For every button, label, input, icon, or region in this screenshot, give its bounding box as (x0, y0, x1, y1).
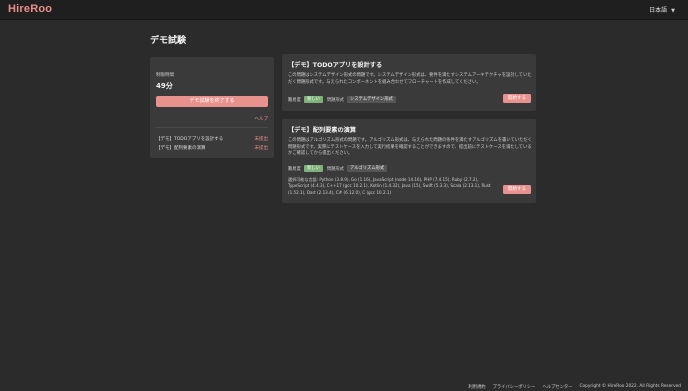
exam-sidebar: 制限時間 49分 デモ試験を終了する ヘルプ 【デモ】TODOアプリを設計する … (150, 57, 274, 158)
footer: 利用規約 プライバシーポリシー ヘルプセンター Copyright © Hire… (468, 384, 681, 390)
difficulty-label: 難易度 (288, 97, 301, 103)
difficulty-label: 難易度 (288, 166, 301, 172)
help-center-link[interactable]: ヘルプセンター (542, 384, 572, 390)
difficulty-badge: 易しい (303, 165, 323, 172)
privacy-link[interactable]: プライバシーポリシー (493, 384, 536, 390)
start-button[interactable]: 開始する (503, 185, 531, 194)
card-meta: 難易度 易しい 問題形式 システムデザイン形式 (288, 96, 400, 103)
problem-list-item[interactable]: 【デモ】配列要素の演算 未提出 (156, 145, 268, 151)
problem-card-todo: 【デモ】TODOアプリを設計する この問題はシステムデザイン形式の問題です。シス… (282, 54, 536, 111)
type-label: 問題形式 (326, 97, 344, 103)
card-meta: 難易度 易しい 問題形式 アルゴリズム形式 (288, 165, 391, 172)
time-limit-label: 制限時間 (156, 73, 174, 78)
card-description: この問題はアルゴリズム形式の問題です。アルゴリズム形式は、与えられた問題の条件を… (288, 138, 532, 157)
problem-list-item[interactable]: 【デモ】TODOアプリを設計する 未提出 (156, 136, 268, 142)
divider (156, 127, 268, 128)
problem-card-array: 【デモ】配列要素の演算 この問題はアルゴリズム形式の問題です。アルゴリズム形式は… (282, 119, 536, 203)
language-selector[interactable]: 日本語 ▼ (649, 5, 675, 14)
chevron-down-icon: ▼ (671, 8, 675, 14)
problem-title: 【デモ】配列要素の演算 (156, 146, 206, 151)
problem-title: 【デモ】TODOアプリを設計する (156, 137, 224, 142)
hireroo-logo[interactable]: HireRoo (8, 3, 52, 15)
time-limit-value: 49分 (156, 82, 173, 90)
help-link[interactable]: ヘルプ (255, 116, 269, 122)
type-label: 問題形式 (326, 166, 344, 172)
end-exam-button[interactable]: デモ試験を終了する (156, 96, 268, 107)
supported-languages: 選択可能な言語: Python (3.8.9), Go (1.16), Java… (288, 177, 491, 195)
problem-status: 未提出 (254, 137, 269, 142)
start-button[interactable]: 開始する (503, 94, 531, 103)
card-title: 【デモ】配列要素の演算 (288, 127, 357, 134)
page-title: デモ試験 (150, 36, 187, 46)
problem-status: 未提出 (254, 146, 269, 151)
top-header: HireRoo 日本語 ▼ (0, 0, 688, 20)
card-title: 【デモ】TODOアプリを設計する (288, 62, 383, 69)
type-badge: アルゴリズム形式 (346, 165, 388, 172)
type-badge: システムデザイン形式 (346, 96, 396, 103)
difficulty-badge: 易しい (303, 96, 323, 103)
card-description: この問題はシステムデザイン形式の問題です。システムデザイン形式は、要件を満たすシ… (288, 73, 532, 85)
language-label: 日本語 (649, 7, 668, 14)
copyright: Copyright © HireRoo 2022. All Rights Res… (579, 384, 681, 389)
terms-link[interactable]: 利用規約 (468, 384, 485, 390)
